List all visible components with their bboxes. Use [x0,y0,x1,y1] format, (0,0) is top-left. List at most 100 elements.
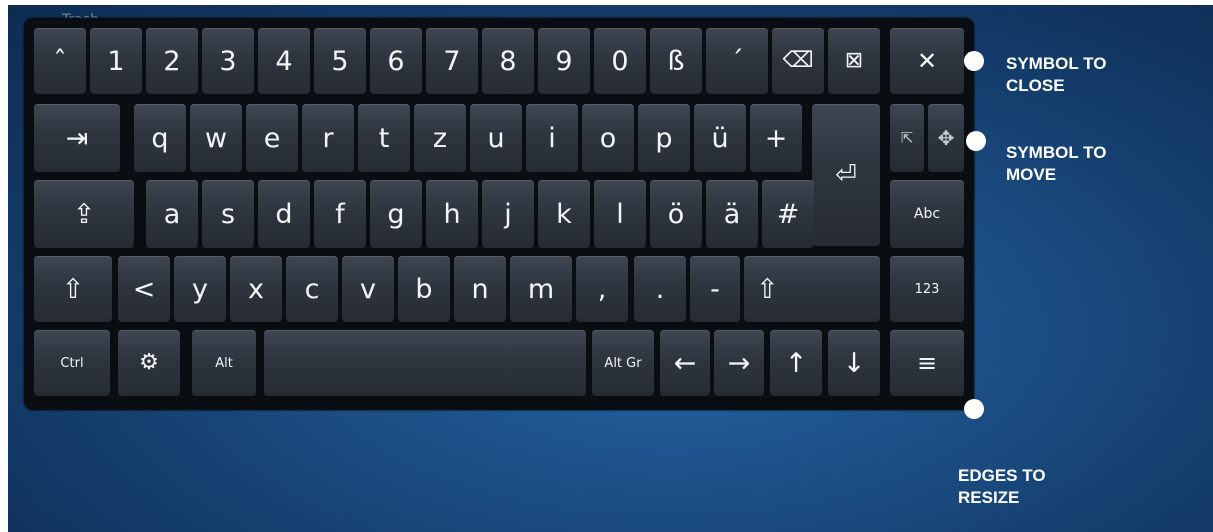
close-icon: ✕ [916,47,938,75]
key-d[interactable]: d [258,180,310,248]
key-f[interactable]: f [314,180,366,248]
pointer-icon: ⇱ [900,128,914,147]
key-7[interactable]: 7 [426,28,478,94]
key-o-umlaut[interactable]: ö [650,180,702,248]
arrow-left-key[interactable]: ← [660,330,710,396]
key-l[interactable]: l [594,180,646,248]
arrow-up-key[interactable]: ↑ [770,330,822,396]
key-m[interactable]: m [510,256,572,322]
key-6[interactable]: 6 [370,28,422,94]
key-u[interactable]: u [470,104,522,172]
key-p[interactable]: p [638,104,690,172]
key-acute[interactable]: ´ [706,28,768,94]
menu-icon: ≡ [916,349,938,377]
key-u-umlaut[interactable]: ü [694,104,746,172]
key-h[interactable]: h [426,180,478,248]
key-r[interactable]: r [302,104,354,172]
key-b[interactable]: b [398,256,450,322]
close-marker-dot [964,51,984,71]
alt-gr-key[interactable]: Alt Gr [592,330,654,396]
key-a-umlaut[interactable]: ä [706,180,758,248]
key-i[interactable]: i [526,104,578,172]
key-k[interactable]: k [538,180,590,248]
close-keyboard-button[interactable]: ✕ [890,28,964,94]
move-annotation-line1: SYMBOL TO [1006,143,1107,162]
pointer-mode-button[interactable]: ⇱ [890,104,924,172]
left-shift-key[interactable]: ⇧ [34,256,112,322]
tab-icon: ⇥ [65,122,89,154]
arrow-right-key[interactable]: → [714,330,764,396]
key-plus[interactable]: + [750,104,802,172]
key-hash[interactable]: # [762,180,814,248]
key-o[interactable]: o [582,104,634,172]
resize-annotation-line1: EDGES TO [958,466,1046,485]
key-c[interactable]: c [286,256,338,322]
key-comma[interactable]: , [576,256,628,322]
abc-mode-button[interactable]: Abc [890,180,964,248]
enter-key[interactable]: ⏎ [812,104,880,246]
arrow-right-icon: → [727,347,751,379]
close-annotation-line1: SYMBOL TO [1006,54,1107,73]
caps-lock-key[interactable]: ⇪ [34,180,134,248]
delete-icon: ⊠ [844,48,864,73]
key-x[interactable]: x [230,256,282,322]
screen-edge [0,0,8,532]
onscreen-keyboard[interactable]: ˆ 1 2 3 4 5 6 7 8 9 0 ß ´ ⌫ ⊠ ✕ ⇥ q w e … [24,18,974,410]
key-minus[interactable]: - [690,256,740,322]
ctrl-key[interactable]: Ctrl [34,330,110,396]
key-0[interactable]: 0 [594,28,646,94]
key-period[interactable]: . [634,256,686,322]
delete-key[interactable]: ⊠ [828,28,880,94]
right-shift-key[interactable]: ⇧ [744,256,880,322]
key-less-than[interactable]: < [118,256,170,322]
key-a[interactable]: a [146,180,198,248]
enter-icon: ⏎ [835,160,857,190]
key-8[interactable]: 8 [482,28,534,94]
key-9[interactable]: 9 [538,28,590,94]
key-4[interactable]: 4 [258,28,310,94]
resize-annotation-line2: RESIZE [958,488,1020,507]
arrow-down-key[interactable]: ↓ [828,330,880,396]
close-annotation: SYMBOL TO CLOSE [1006,53,1106,97]
move-marker-dot [966,131,986,151]
move-icon: ✥ [937,126,955,150]
arrow-down-icon: ↓ [842,347,866,379]
arrow-left-icon: ← [673,347,697,379]
key-j[interactable]: j [482,180,534,248]
move-keyboard-button[interactable]: ✥ [928,104,964,172]
key-1[interactable]: 1 [90,28,142,94]
close-annotation-line2: CLOSE [1006,76,1065,95]
backspace-icon: ⌫ [782,48,814,73]
key-s[interactable]: s [202,180,254,248]
super-key[interactable]: ⚙ [118,330,180,396]
alt-key[interactable]: Alt [192,330,256,396]
arrow-up-icon: ↑ [784,347,808,379]
menu-button[interactable]: ≡ [890,330,964,396]
move-annotation-line2: MOVE [1006,165,1057,184]
resize-marker-dot [964,399,984,419]
caps-lock-icon: ⇪ [72,198,96,230]
key-2[interactable]: 2 [146,28,198,94]
key-eszett[interactable]: ß [650,28,702,94]
space-key[interactable] [264,330,586,396]
key-v[interactable]: v [342,256,394,322]
resize-annotation: EDGES TO RESIZE [958,465,1046,509]
key-5[interactable]: 5 [314,28,366,94]
shift-icon: ⇧ [756,273,779,305]
shift-icon: ⇧ [61,273,85,305]
key-y[interactable]: y [174,256,226,322]
key-e[interactable]: e [246,104,298,172]
key-g[interactable]: g [370,180,422,248]
numbers-mode-button[interactable]: 123 [890,256,964,322]
key-w[interactable]: w [190,104,242,172]
key-3[interactable]: 3 [202,28,254,94]
key-n[interactable]: n [454,256,506,322]
backspace-key[interactable]: ⌫ [772,28,824,94]
key-q[interactable]: q [134,104,186,172]
tab-key[interactable]: ⇥ [34,104,120,172]
key-z[interactable]: z [414,104,466,172]
ubuntu-logo-icon: ⚙ [139,350,159,375]
key-circumflex[interactable]: ˆ [34,28,86,94]
key-t[interactable]: t [358,104,410,172]
screen-edge-top [0,0,1213,5]
